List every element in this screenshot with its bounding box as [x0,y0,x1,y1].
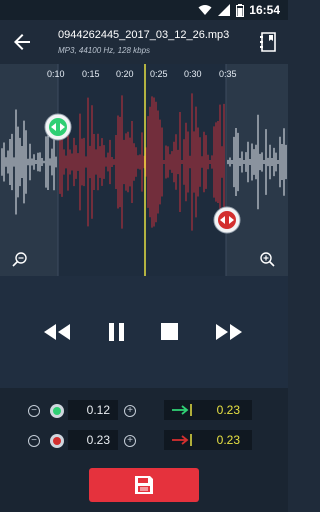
time-tick: 0:15 [82,69,100,79]
start-fine-field[interactable]: 0.23 [164,400,252,420]
end-increase-button[interactable]: + [124,435,136,447]
file-info: MP3, 44100 Hz, 128 kbps [58,46,151,55]
end-fine-value: 0.23 [216,433,240,447]
start-fine-value: 0.23 [216,403,240,417]
file-name: 0944262445_2017_03_12_26.mp3 [58,29,230,41]
bookmark-icon[interactable] [260,32,278,52]
stop-button[interactable] [154,320,184,344]
start-increase-button[interactable]: + [124,405,136,417]
status-bar: 16:54 [0,0,288,20]
end-marker-icon [50,434,64,448]
time-tick: 0:30 [184,69,202,79]
end-value-field[interactable]: 0.23 [68,430,118,450]
wifi-icon [198,5,212,15]
time-tick: 0:10 [47,69,65,79]
end-fine-field[interactable]: 0.23 [164,430,252,450]
end-decrease-button[interactable]: − [28,435,40,447]
pause-button[interactable] [102,320,132,344]
end-row: − 0.23 + 0.23 [0,430,288,452]
start-marker-icon [50,404,64,418]
rewind-button[interactable] [42,320,72,344]
waveform-canvas[interactable] [0,64,288,276]
start-decrease-button[interactable]: − [28,405,40,417]
end-arrow-icon [172,434,192,446]
battery-icon [236,3,244,17]
start-marker-handle[interactable] [43,112,73,142]
save-icon [135,476,153,494]
back-arrow-icon[interactable] [10,30,34,54]
transport-bar [0,276,288,388]
signal-icon [218,4,230,16]
time-tick: 0:25 [150,69,168,79]
save-button[interactable] [89,468,199,502]
time-tick: 0:20 [116,69,134,79]
zoom-in-icon[interactable] [259,251,275,267]
end-marker-handle[interactable] [212,205,242,235]
time-tick: 0:35 [219,69,237,79]
start-arrow-icon [172,404,192,416]
zoom-out-icon[interactable] [12,251,28,267]
fast-forward-button[interactable] [214,320,244,344]
start-value-field[interactable]: 0.12 [68,400,118,420]
title-bar: 0944262445_2017_03_12_26.mp3 MP3, 44100 … [0,20,288,64]
status-icons [198,3,244,17]
status-time: 16:54 [249,3,280,17]
start-row: − 0.12 + 0.23 [0,400,288,422]
waveform-view[interactable]: 0:10 0:15 0:20 0:25 0:30 0:35 [0,64,288,276]
